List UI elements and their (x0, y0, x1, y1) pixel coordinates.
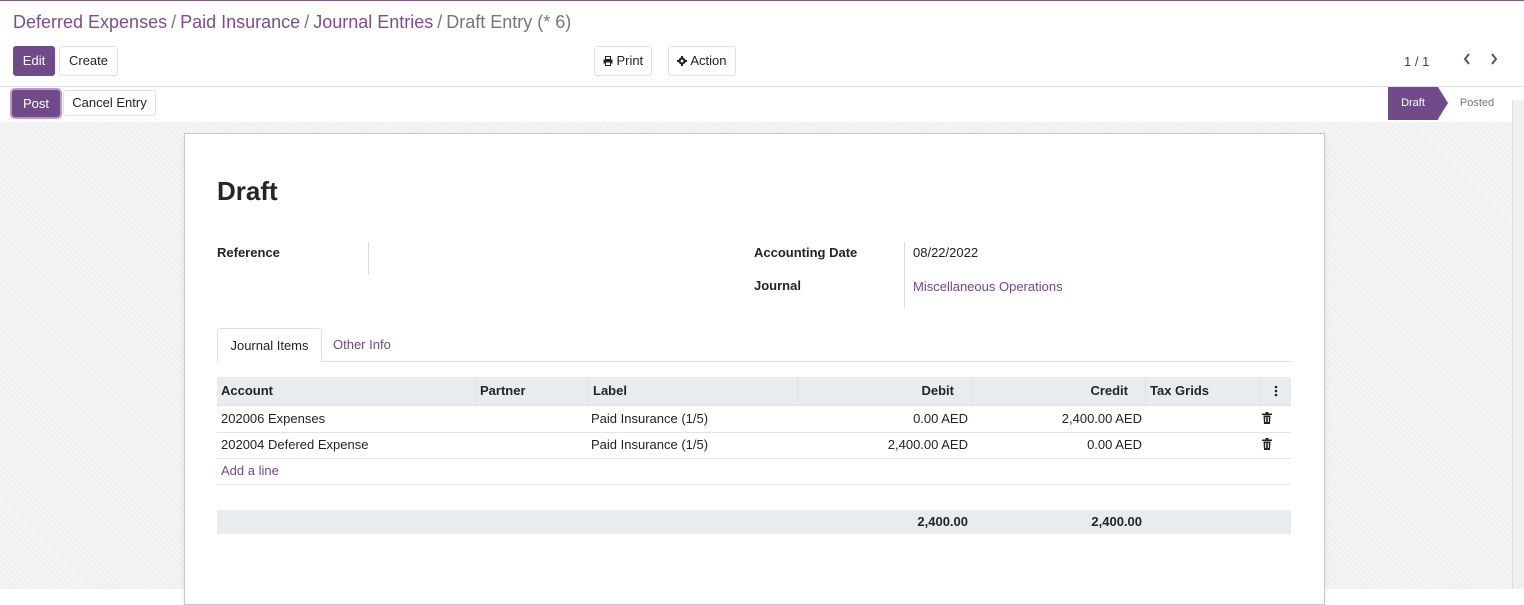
cell-tax-grids (1146, 406, 1260, 432)
reference-label: Reference (217, 245, 280, 260)
status-bar (0, 86, 1524, 123)
scrollbar[interactable] (1512, 100, 1524, 589)
accounting-date-field[interactable]: 08/22/2022 (913, 245, 978, 260)
cell-credit: 0.00 AED (1087, 437, 1142, 452)
tab-other-info[interactable]: Other Info (333, 328, 391, 361)
breadcrumb-separator: / (437, 12, 443, 32)
cell-label: Paid Insurance (1/5) (591, 437, 709, 452)
create-button[interactable]: Create (59, 46, 118, 76)
add-a-line-link[interactable]: Add a line (217, 458, 337, 484)
chevron-right-icon (1491, 53, 1498, 65)
tab-journal-items[interactable]: Journal Items (217, 328, 322, 362)
breadcrumb-separator: / (304, 12, 310, 32)
action-button[interactable]: Action (668, 46, 736, 76)
column-debit[interactable]: Debit (798, 377, 972, 405)
journal-label: Journal (754, 278, 801, 293)
cell-label: Paid Insurance (1/5) (591, 411, 709, 426)
print-button[interactable]: Print (594, 46, 652, 76)
edit-button[interactable]: Edit (13, 46, 55, 76)
trash-icon[interactable] (1262, 438, 1272, 450)
table-header: Account Partner Label Debit Credit Tax G… (217, 377, 1291, 406)
pager-previous-button[interactable] (1459, 52, 1475, 70)
pager-value[interactable]: 1 / 1 (1404, 54, 1429, 69)
print-icon (603, 53, 617, 68)
column-credit[interactable]: Credit (972, 377, 1146, 405)
cancel-entry-button[interactable]: Cancel Entry (63, 90, 156, 116)
chevron-left-icon (1463, 53, 1470, 65)
column-tax-grids[interactable]: Tax Grids (1146, 377, 1260, 405)
vertical-ellipsis-icon (1274, 385, 1277, 397)
form-sheet: Draft Reference Accounting Date 08/22/20… (184, 133, 1325, 605)
trash-icon[interactable] (1262, 412, 1272, 424)
add-line-row: Add a line (217, 458, 1291, 485)
stage-posted[interactable]: Posted (1452, 87, 1502, 120)
top-border (0, 0, 1524, 1)
breadcrumb-separator: / (171, 12, 177, 32)
column-account[interactable]: Account (217, 377, 476, 405)
cell-account: 202004 Defered Expense (221, 437, 369, 452)
table-row[interactable]: 202006 Expenses Paid Insurance (1/5) 0.0… (217, 406, 1291, 433)
cell-account: 202006 Expenses (221, 411, 326, 426)
breadcrumb-journal-entries[interactable]: Journal Entries (313, 12, 433, 32)
total-credit: 2,400.00 (1091, 514, 1142, 529)
table-row[interactable]: 202004 Defered Expense Paid Insurance (1… (217, 432, 1291, 459)
breadcrumb: Deferred Expenses / Paid Insurance / Journal… (13, 12, 571, 33)
reference-divider (368, 242, 369, 275)
cell-partner (476, 406, 589, 432)
page-title: Draft (217, 176, 278, 206)
cell-debit: 2,400.00 AED (887, 437, 968, 452)
cell-partner (476, 432, 589, 458)
total-debit: 2,400.00 (917, 514, 968, 529)
table-totals: 2,400.00 2,400.00 (217, 510, 1291, 534)
breadcrumb-current: Draft Entry (* 6) (446, 12, 572, 32)
stage-draft: Draft (1388, 87, 1438, 120)
pager-next-button[interactable] (1486, 52, 1502, 70)
right-fields-divider (904, 242, 905, 308)
action-label: Action (690, 53, 727, 68)
gear-icon (677, 53, 690, 68)
optional-columns-toggle[interactable] (1260, 377, 1291, 405)
cell-credit: 2,400.00 AED (1061, 411, 1142, 426)
breadcrumb-deferred-expenses[interactable]: Deferred Expenses (13, 12, 167, 32)
journal-field[interactable]: Miscellaneous Operations (913, 279, 1063, 294)
column-label[interactable]: Label (589, 377, 798, 405)
stage-draft-arrow (1438, 87, 1448, 119)
cell-tax-grids (1146, 432, 1260, 458)
accounting-date-label: Accounting Date (754, 245, 858, 260)
notebook-tabs: Journal Items Other Info (217, 328, 1291, 362)
post-button[interactable]: Post (12, 90, 60, 117)
print-label: Print (616, 53, 644, 68)
cell-debit: 0.00 AED (913, 411, 968, 426)
breadcrumb-paid-insurance[interactable]: Paid Insurance (180, 12, 300, 32)
column-partner[interactable]: Partner (476, 377, 589, 405)
